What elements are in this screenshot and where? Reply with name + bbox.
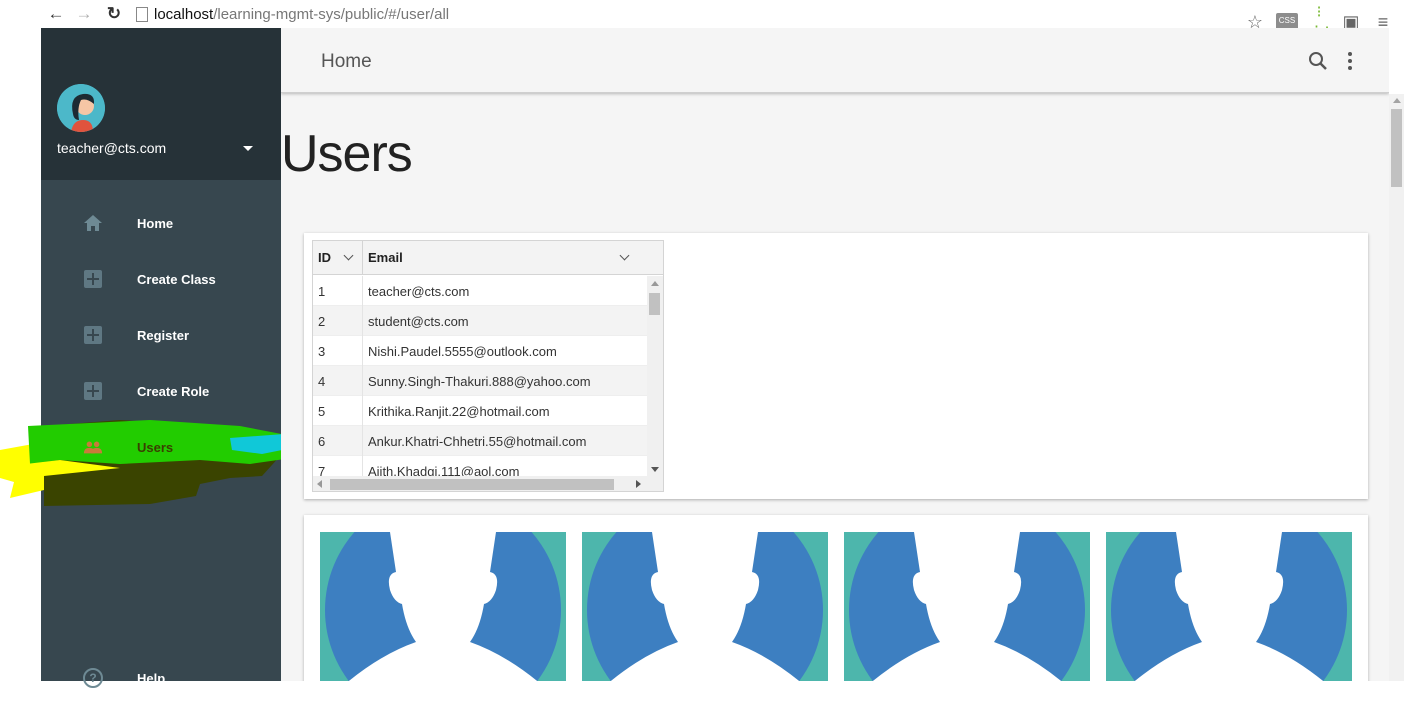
- people-icon: [83, 437, 103, 457]
- user-card[interactable]: [844, 532, 1090, 681]
- add-box-icon: [83, 269, 103, 289]
- cell-id: 1: [318, 284, 326, 299]
- sidebar-item-create-role[interactable]: Create Role: [41, 363, 281, 419]
- app-bar: Home: [281, 28, 1389, 93]
- cell-id: 2: [318, 314, 326, 329]
- cell-id: 3: [318, 344, 326, 359]
- page-title: Users: [281, 125, 413, 183]
- sidebar-profile: teacher@cts.com: [41, 28, 281, 180]
- cell-id: 4: [318, 374, 326, 389]
- chevron-down-icon[interactable]: [619, 250, 630, 261]
- scroll-thumb[interactable]: [649, 293, 660, 315]
- person-silhouette-icon: [320, 532, 566, 681]
- cell-id: 7: [318, 464, 326, 476]
- sidebar-item-create-class[interactable]: Create Class: [41, 251, 281, 307]
- cell-email: Ankur.Khatri-Chhetri.55@hotmail.com: [368, 434, 587, 449]
- table-row[interactable]: 7 Ajith.Khadgi.111@aol.com: [313, 456, 647, 476]
- reload-icon[interactable]: ↻: [102, 2, 126, 26]
- person-silhouette-icon: [1106, 532, 1352, 681]
- cell-email: Nishi.Paudel.5555@outlook.com: [368, 344, 557, 359]
- sidebar-item-label: Register: [137, 327, 190, 343]
- sidebar-item-label: Home: [137, 215, 174, 231]
- scroll-left-arrow-icon[interactable]: [317, 480, 322, 488]
- person-silhouette-icon: [582, 532, 828, 681]
- add-box-icon: [83, 381, 103, 401]
- sidebar-item-label: Create Role: [137, 383, 210, 399]
- cell-id: 6: [318, 434, 326, 449]
- avatar[interactable]: [57, 84, 105, 132]
- help-icon: ?: [83, 668, 103, 688]
- table-row[interactable]: 6 Ankur.Khatri-Chhetri.55@hotmail.com: [313, 426, 647, 456]
- url-host: localhost: [154, 5, 214, 23]
- scroll-thumb[interactable]: [330, 479, 614, 490]
- column-header-label: Email: [368, 250, 403, 265]
- person-silhouette-icon: [844, 532, 1090, 681]
- avatar-illustration-icon: [57, 84, 105, 132]
- column-header-email[interactable]: Email: [363, 241, 647, 275]
- sidebar-item-help[interactable]: ? Help: [41, 668, 281, 708]
- search-icon[interactable]: [1307, 50, 1329, 72]
- user-card[interactable]: [582, 532, 828, 681]
- user-avatar-cards: [304, 515, 1368, 681]
- main-content: Home Users ID Email 1 teacher@cts.com 2 st…: [281, 28, 1389, 681]
- scrollbar-corner: [647, 476, 663, 491]
- users-table-card: ID Email 1 teacher@cts.com 2 student@cts.c…: [304, 233, 1368, 499]
- sidebar-item-users[interactable]: Users: [41, 419, 281, 475]
- chevron-down-icon[interactable]: [343, 250, 354, 261]
- page-left-margin: [0, 28, 41, 681]
- column-header-id[interactable]: ID: [313, 241, 363, 275]
- more-vert-icon[interactable]: [1343, 50, 1357, 72]
- table-row[interactable]: 5 Krithika.Ranjit.22@hotmail.com: [313, 396, 647, 426]
- scroll-up-arrow-icon[interactable]: [651, 281, 659, 286]
- table-row[interactable]: 1 teacher@cts.com: [313, 276, 647, 306]
- account-dropdown-caret-icon[interactable]: [243, 146, 253, 151]
- browser-toolbar: ← → ↻ localhost/learning-mgmt-sys/public…: [0, 0, 1404, 41]
- user-card[interactable]: [1106, 532, 1352, 681]
- scroll-thumb[interactable]: [1391, 109, 1402, 187]
- address-bar[interactable]: localhost/learning-mgmt-sys/public/#/use…: [136, 3, 1236, 25]
- scroll-right-arrow-icon[interactable]: [636, 480, 641, 488]
- home-icon: [83, 213, 103, 233]
- page-icon: [136, 6, 148, 22]
- sidebar-item-label: Help: [137, 671, 166, 686]
- grid-header: ID Email: [313, 241, 663, 275]
- cell-email: Sunny.Singh-Thakuri.888@yahoo.com: [368, 374, 591, 389]
- sidebar-item-register[interactable]: Register: [41, 307, 281, 363]
- back-arrow-icon[interactable]: ←: [44, 2, 68, 26]
- user-email: teacher@cts.com: [57, 140, 167, 156]
- cell-id: 5: [318, 404, 326, 419]
- grid-vertical-scrollbar[interactable]: [647, 276, 663, 476]
- table-row[interactable]: 4 Sunny.Singh-Thakuri.888@yahoo.com: [313, 366, 647, 396]
- grid-body: 1 teacher@cts.com 2 student@cts.com 3 Nishi…: [313, 276, 647, 476]
- forward-arrow-icon[interactable]: →: [72, 2, 96, 26]
- app-bar-title: Home: [321, 51, 372, 72]
- scroll-up-arrow-icon[interactable]: [1393, 98, 1401, 103]
- cell-email: student@cts.com: [368, 314, 469, 329]
- sidebar-item-label: Users: [137, 439, 174, 455]
- add-box-icon: [83, 325, 103, 345]
- cell-email: Ajith.Khadgi.111@aol.com: [368, 464, 520, 476]
- scroll-down-arrow-icon[interactable]: [651, 467, 659, 472]
- sidebar-item-label: Create Class: [137, 271, 216, 287]
- url-path: /learning-mgmt-sys/public/#/user/all: [213, 5, 450, 23]
- sidebar: teacher@cts.com Home Create Class Regist…: [41, 28, 281, 688]
- users-grid: ID Email 1 teacher@cts.com 2 student@cts.c…: [312, 240, 664, 492]
- page-scrollbar[interactable]: [1389, 94, 1404, 681]
- table-row[interactable]: 3 Nishi.Paudel.5555@outlook.com: [313, 336, 647, 366]
- table-row[interactable]: 2 student@cts.com: [313, 306, 647, 336]
- sidebar-item-home[interactable]: Home: [41, 195, 281, 251]
- cell-email: teacher@cts.com: [368, 284, 470, 299]
- user-card[interactable]: [320, 532, 566, 681]
- cell-email: Krithika.Ranjit.22@hotmail.com: [368, 404, 550, 419]
- grid-horizontal-scrollbar[interactable]: [313, 476, 647, 491]
- column-header-label: ID: [318, 250, 331, 265]
